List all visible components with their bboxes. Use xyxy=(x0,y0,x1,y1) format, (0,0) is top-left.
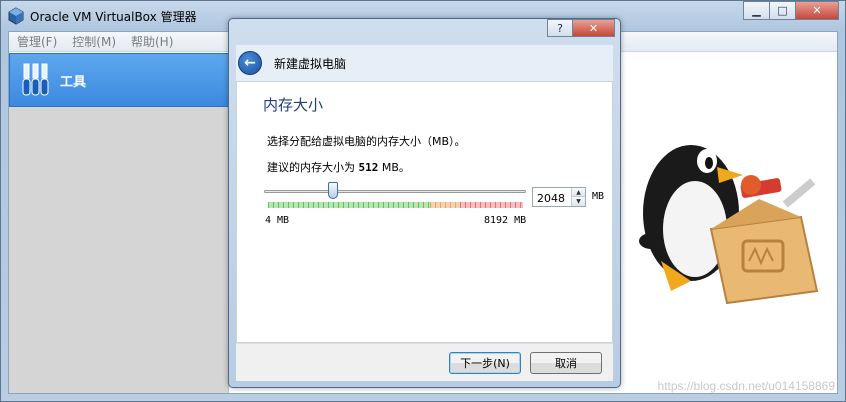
memory-min-label: 4 MB xyxy=(265,215,290,226)
recommend-suffix: MB。 xyxy=(378,161,410,174)
dialog-body: 内存大小 选择分配给虚拟电脑的内存大小（MB）。 建议的内存大小为 512 MB… xyxy=(236,81,613,343)
memory-slider-thumb[interactable] xyxy=(328,182,339,199)
sidebar: 工具 xyxy=(9,53,229,393)
back-arrow-icon[interactable]: ← xyxy=(238,51,262,75)
recommend-prefix: 建议的内存大小为 xyxy=(267,161,359,174)
scale-danger-zone xyxy=(460,202,523,208)
penguin-toolbox-icon xyxy=(639,145,819,305)
menu-control[interactable]: 控制(M) xyxy=(72,33,116,50)
spin-down-icon[interactable]: ▼ xyxy=(571,197,585,206)
maximize-button[interactable]: □ xyxy=(769,1,796,20)
new-vm-dialog: ? ✕ ← 新建虚拟电脑 内存大小 选择分配给虚拟电脑的内存大小（MB）。 建议… xyxy=(228,18,621,388)
virtualbox-main-window: Oracle VM VirtualBox 管理器 ▁ □ ✕ 管理(F) 控制(… xyxy=(0,0,846,402)
memory-recommendation: 建议的内存大小为 512 MB。 xyxy=(267,159,410,175)
dialog-header: ← 新建虚拟电脑 xyxy=(236,45,613,81)
memory-value-input[interactable] xyxy=(533,188,571,206)
dialog-footer: 下一步(N) 取消 xyxy=(236,343,613,381)
scale-safe-zone xyxy=(268,202,430,208)
memory-unit-label: MB xyxy=(592,191,605,202)
next-button[interactable]: 下一步(N) xyxy=(449,352,521,374)
window-title: Oracle VM VirtualBox 管理器 xyxy=(30,10,197,24)
dialog-title: 新建虚拟电脑 xyxy=(274,57,347,71)
memory-max-label: 8192 MB xyxy=(484,215,527,226)
dialog-close-button[interactable]: ✕ xyxy=(572,19,615,37)
memory-scale-bar xyxy=(268,202,523,208)
tools-icon xyxy=(22,63,49,96)
menu-help[interactable]: 帮助(H) xyxy=(131,33,173,50)
sidebar-item-tools[interactable]: 工具 xyxy=(9,53,229,107)
page-heading: 内存大小 xyxy=(263,96,324,114)
recommend-value: 512 xyxy=(358,161,379,174)
menu-manage[interactable]: 管理(F) xyxy=(17,33,57,50)
spin-up-icon[interactable]: ▲ xyxy=(571,188,585,197)
watermark-text: https://blog.csdn.net/u014158869 xyxy=(657,379,835,393)
scale-warn-zone xyxy=(430,202,460,208)
virtualbox-icon xyxy=(8,7,24,25)
minimize-button[interactable]: ▁ xyxy=(743,1,770,20)
close-button[interactable]: ✕ xyxy=(795,1,839,20)
cancel-button[interactable]: 取消 xyxy=(530,352,602,374)
help-icon[interactable]: ? xyxy=(547,19,573,37)
memory-description: 选择分配给虚拟电脑的内存大小（MB）。 xyxy=(267,135,466,148)
memory-slider-track[interactable] xyxy=(264,190,526,193)
tools-label: 工具 xyxy=(60,75,87,90)
memory-spinbox[interactable]: ▲ ▼ xyxy=(532,187,586,207)
